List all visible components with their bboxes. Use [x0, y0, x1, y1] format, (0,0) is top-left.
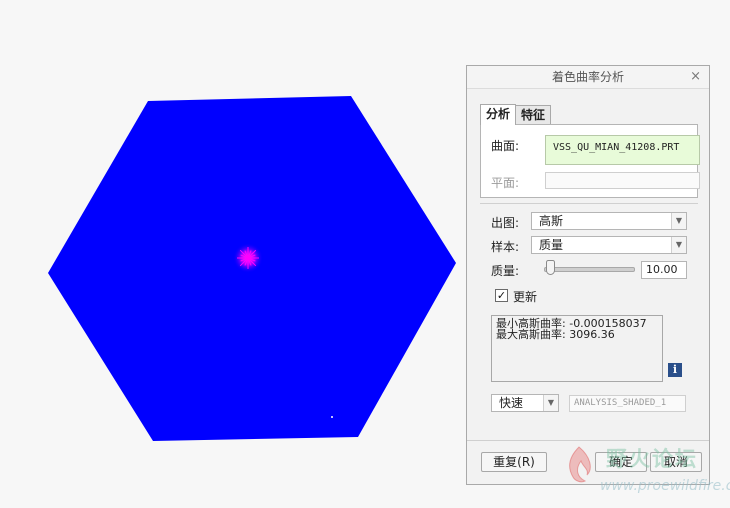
close-icon[interactable]: × [690, 66, 701, 88]
chevron-down-icon: ▼ [543, 395, 558, 411]
dialog-title: 着色曲率分析 [551, 70, 624, 84]
quality-slider-thumb[interactable] [546, 260, 556, 275]
mode-dropdown[interactable]: 快速 ▼ [491, 394, 559, 412]
analysis-tab-panel: 曲面: VSS_QU_MIAN_41208.PRT 平面: [480, 124, 700, 198]
shaded-curvature-dialog: 着色曲率分析 × 分析 特征 曲面: VSS_QU_MIAN_41208.PRT … [466, 65, 710, 485]
sample-label: 样本: [491, 240, 520, 254]
model-canvas[interactable] [0, 0, 466, 508]
curvature-results-box: 最小高斯曲率: -0.000158037 最大高斯曲率: 3096.36 [491, 315, 663, 382]
graphics-viewport[interactable] [0, 0, 466, 508]
sample-value: 质量 [539, 238, 564, 252]
mode-value: 快速 [499, 396, 524, 410]
sample-dropdown[interactable]: 质量 ▼ [531, 236, 687, 254]
section-divider [480, 203, 698, 204]
button-divider [467, 440, 709, 441]
update-label: 更新 [513, 290, 538, 304]
max-curvature-row: 最大高斯曲率: 3096.36 [496, 328, 615, 341]
surface-label: 曲面: [491, 139, 520, 153]
plane-label: 平面: [491, 176, 520, 190]
chevron-down-icon: ▼ [671, 237, 686, 253]
tab-strip: 分析 特征 [480, 104, 552, 125]
surface-collector[interactable]: VSS_QU_MIAN_41208.PRT [545, 135, 700, 165]
output-value: 高斯 [539, 214, 564, 228]
analysis-name-field[interactable]: ANALYSIS_SHADED_1 [569, 395, 686, 412]
output-dropdown[interactable]: 高斯 ▼ [531, 212, 687, 230]
cancel-button[interactable]: 取消 [650, 452, 702, 472]
plane-collector[interactable] [545, 172, 700, 189]
quality-label: 质量: [491, 264, 520, 278]
tab-analysis[interactable]: 分析 [480, 104, 517, 125]
vertex-dot [331, 416, 333, 418]
tab-feature[interactable]: 特征 [515, 105, 552, 125]
quality-slider-track[interactable] [544, 267, 635, 272]
curvature-hotspot [233, 243, 263, 273]
dialog-titlebar[interactable]: 着色曲率分析 × [467, 66, 709, 89]
update-checkbox[interactable]: ✓ [495, 289, 508, 302]
ok-button[interactable]: 确定 [595, 452, 647, 472]
chevron-down-icon: ▼ [671, 213, 686, 229]
reset-button[interactable]: 重复(R) [481, 452, 547, 472]
max-curvature-value: 3096.36 [569, 328, 615, 341]
quality-input[interactable]: 10.00 [641, 261, 687, 279]
output-label: 出图: [491, 216, 520, 230]
info-icon[interactable]: i [668, 363, 682, 377]
